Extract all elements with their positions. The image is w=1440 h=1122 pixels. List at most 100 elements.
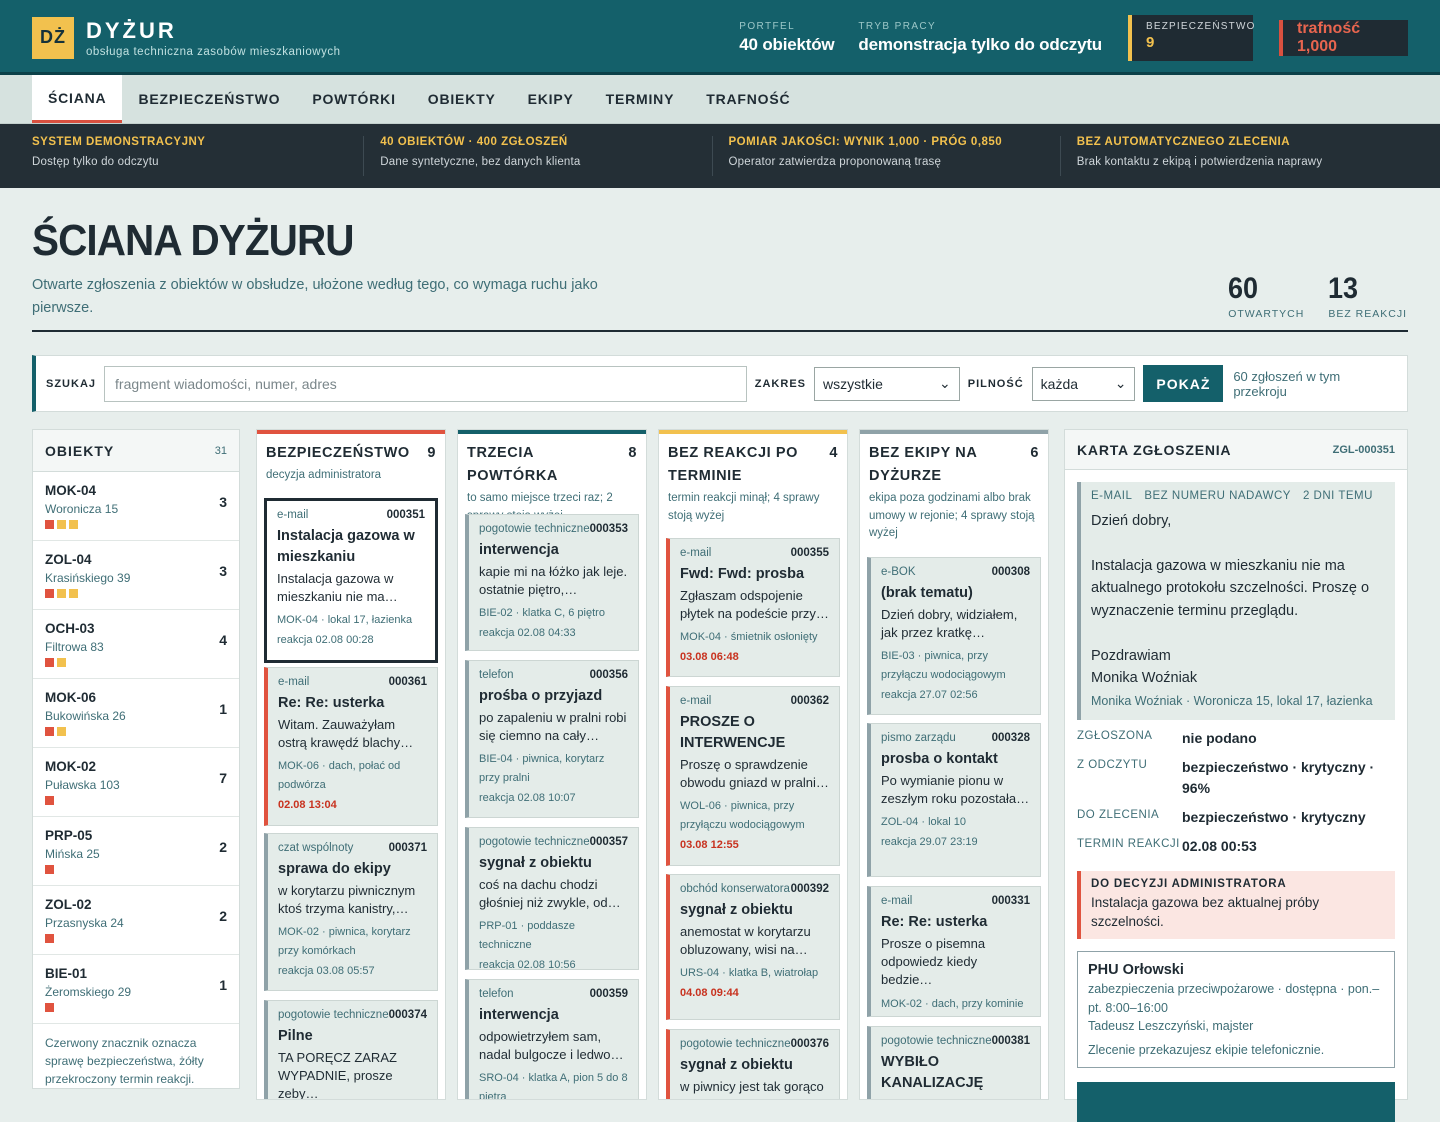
- object-markers: [45, 865, 227, 874]
- detail-fields: ZGŁOSZONA nie podano Z ODCZYTU bezpieczeńst…: [1065, 728, 1407, 857]
- ticket-card[interactable]: pogotowie techniczne 000381 WYBIŁO KANALI…: [867, 1026, 1041, 1099]
- ticket-id: 000353: [589, 523, 628, 535]
- scope-label: ZAKRES: [754, 377, 806, 390]
- ticket-card[interactable]: e-mail 000331 Re: Re: usterka Prosze o pi…: [867, 886, 1041, 1017]
- message-meta: E-MAIL BEZ NUMERU NADAWCY 2 DNI TEMU: [1091, 490, 1385, 502]
- accuracy-badge[interactable]: trafność 1,000: [1279, 19, 1408, 56]
- ticket-card[interactable]: e-mail 000361 Re: Re: usterka Witam. Zauw…: [264, 667, 438, 826]
- tab-obiekty[interactable]: OBIEKTY: [412, 75, 512, 123]
- ticket-excerpt: Prosze o pisemna odpowiedz kiedy bedzie…: [881, 936, 986, 988]
- board: OBIEKTY 31 MOK-04 Woronicza 15 3 ZOL-04 Kr…: [32, 429, 1408, 1122]
- result-info: 60 zgłoszeń w tym przekroju: [1233, 368, 1341, 399]
- ticket-deadline: 02.08 13:04: [278, 798, 337, 811]
- tab-ekipy[interactable]: EKIPY: [512, 75, 590, 123]
- chevron-down-icon: ⌄: [939, 375, 951, 391]
- ticket-source: pogotowie techniczne: [881, 1035, 992, 1047]
- field-label: TERMIN REAKCJI: [1077, 837, 1180, 850]
- ticket-excerpt: Witam. Zauważyłam ostrą krawędź blachy…: [278, 717, 414, 751]
- crew-info: Zlecenie przekazujesz ekipie telefoniczn…: [1088, 1043, 1325, 1058]
- object-address: Żeromskiego 29: [45, 985, 132, 999]
- ticket-location: MOK-02 · dach, przy kominie: [881, 997, 1024, 1010]
- ticket-card[interactable]: pogotowie techniczne 000357 sygnał z obie…: [465, 827, 639, 970]
- show-button[interactable]: POKAŻ: [1143, 365, 1224, 402]
- object-item[interactable]: ZOL-04 Krasińskiego 39 3: [33, 541, 239, 610]
- object-count: 1: [219, 701, 227, 717]
- tab-powtorki[interactable]: POWTÓRKI: [296, 75, 411, 123]
- message-source: E-MAIL: [1091, 490, 1133, 502]
- ticket-card[interactable]: pogotowie techniczne 000376 sygnał z obie…: [666, 1029, 840, 1099]
- ticket-title: PROSZE O INTERWENCJE: [680, 714, 786, 752]
- ticket-id: 000376: [790, 1038, 829, 1050]
- object-item[interactable]: OCH-03 Filtrowa 83 4: [33, 610, 239, 679]
- ticket-id: 000362: [790, 695, 829, 707]
- column-3: BEZ REAKCJI PO TERMINIE 4 termin reakcji …: [658, 429, 848, 1100]
- app-tagline: obsługa techniczna zasobów mieszkaniowyc…: [86, 45, 341, 58]
- object-markers: [45, 589, 227, 598]
- scope-select[interactable]: wszystkie ⌄: [814, 366, 960, 401]
- ticket-deadline: reakcja 02.08 00:28: [277, 634, 374, 647]
- header-counts: 60 OTWARTYCH 13 BEZ REAKCJI: [1228, 272, 1407, 320]
- crew-card[interactable]: PHU Orłowski zabezpieczenia przeciwpożar…: [1077, 950, 1395, 1069]
- search-input[interactable]: fragment wiadomości, numer, adres: [104, 365, 747, 402]
- dispatch-button[interactable]: [1077, 1082, 1395, 1122]
- objects-count: 31: [214, 444, 227, 457]
- ticket-location: SRO-04 · klatka A, pion 5 do 8 piętra: [479, 1072, 628, 1100]
- crew-person: Tadeusz Leszczyński, majster: [1088, 1019, 1254, 1034]
- object-item[interactable]: MOK-02 Puławska 103 7: [33, 748, 239, 817]
- ticket-card[interactable]: obchód konserwatora 000392 sygnał z obiek…: [666, 874, 840, 1020]
- ticket-id: 000381: [991, 1035, 1030, 1047]
- ticket-source: pogotowie techniczne: [479, 523, 590, 535]
- ticket-card[interactable]: telefon 000356 prośba o przyjazd po zapal…: [465, 660, 639, 818]
- object-markers: [45, 934, 227, 943]
- ticket-detail: KARTA ZGŁOSZENIA ZGL-000351 E-MAIL BEZ NU…: [1064, 429, 1408, 1122]
- app-logo[interactable]: DŻ: [32, 16, 74, 59]
- object-address: Bukowińska 26: [45, 709, 126, 723]
- tab-trafnosc[interactable]: TRAFNOŚĆ: [690, 75, 806, 123]
- detail-field: ZGŁOSZONA nie podano: [1077, 728, 1395, 749]
- ticket-id: 000331: [991, 895, 1030, 907]
- tab-sciana[interactable]: ŚCIANA: [32, 75, 123, 123]
- status-marker: [57, 727, 66, 736]
- object-markers: [45, 1003, 227, 1012]
- object-item[interactable]: MOK-04 Woronicza 15 3: [33, 472, 239, 541]
- ticket-card[interactable]: pogotowie techniczne 000374 Pilne TA PORĘ…: [264, 1000, 438, 1099]
- field-value: 02.08 00:53: [1182, 837, 1257, 854]
- detail-field: DO ZLECENIA bezpieczeństwo · krytyczny: [1077, 807, 1395, 828]
- ticket-card[interactable]: e-mail 000355 Fwd: Fwd: prosba Zgłaszam o…: [666, 538, 840, 677]
- object-code: ZOL-04: [45, 552, 92, 567]
- ticket-card[interactable]: pogotowie techniczne 000353 interwencja k…: [465, 514, 639, 651]
- object-item[interactable]: ZOL-02 Przasnyska 24 2: [33, 886, 239, 955]
- ticket-card[interactable]: telefon 000359 interwencja odpowietrzyłem…: [465, 979, 639, 1100]
- ticket-card[interactable]: czat wspólnoty 000371 sprawa do ekipy w k…: [264, 833, 438, 991]
- object-item[interactable]: BIE-01 Żeromskiego 29 1: [33, 955, 239, 1024]
- ticket-card[interactable]: e-mail 000362 PROSZE O INTERWENCJE Proszę…: [666, 686, 840, 866]
- search-label: SZUKAJ: [46, 377, 97, 390]
- ticket-source: e-mail: [277, 509, 309, 521]
- crew-name: PHU Orłowski: [1088, 961, 1184, 978]
- status-marker: [57, 658, 66, 667]
- top-bar: DŻ DYŻUR obsługa techniczna zasobów mies…: [0, 0, 1440, 75]
- column-header: BEZPIECZEŃSTWO 9 decyzja administratora: [257, 434, 445, 484]
- ticket-card[interactable]: e-BOK 000308 (brak tematu) Dzień dobry, w…: [867, 557, 1041, 715]
- field-value: nie podano: [1182, 729, 1257, 746]
- status-marker: [45, 520, 54, 529]
- detail-title: KARTA ZGŁOSZENIA: [1077, 441, 1232, 458]
- ticket-id: 000308: [991, 566, 1030, 578]
- status-marker: [45, 589, 54, 598]
- object-item[interactable]: MOK-06 Bukowińska 26 1: [33, 679, 239, 748]
- object-address: Woronicza 15: [45, 502, 119, 516]
- ticket-card[interactable]: pismo zarządu 000328 prosba o kontakt Po …: [867, 723, 1041, 877]
- column-title: BEZ REAKCJI PO TERMINIE: [668, 445, 799, 485]
- tab-terminy[interactable]: TERMINY: [590, 75, 691, 123]
- urgency-select[interactable]: każda ⌄: [1031, 366, 1136, 401]
- ticket-source: telefon: [479, 988, 514, 1000]
- ticket-card[interactable]: e-mail 000351 Instalacja gazowa w mieszka…: [264, 498, 438, 663]
- object-address: Przasnyska 24: [45, 916, 124, 930]
- field-value: bezpieczeństwo · krytyczny · 96%: [1182, 758, 1375, 796]
- open-count: 60 OTWARTYCH: [1228, 272, 1304, 320]
- field-label: ZGŁOSZONA: [1077, 729, 1153, 742]
- object-item[interactable]: PRP-05 Mińska 25 2: [33, 817, 239, 886]
- security-counter[interactable]: BEZPIECZEŃSTWO 9: [1128, 14, 1254, 61]
- ticket-location: WOL-06 · piwnica, przy przyłączu wodocią…: [680, 800, 805, 832]
- tab-bezpieczenstwo[interactable]: BEZPIECZEŃSTWO: [122, 75, 296, 123]
